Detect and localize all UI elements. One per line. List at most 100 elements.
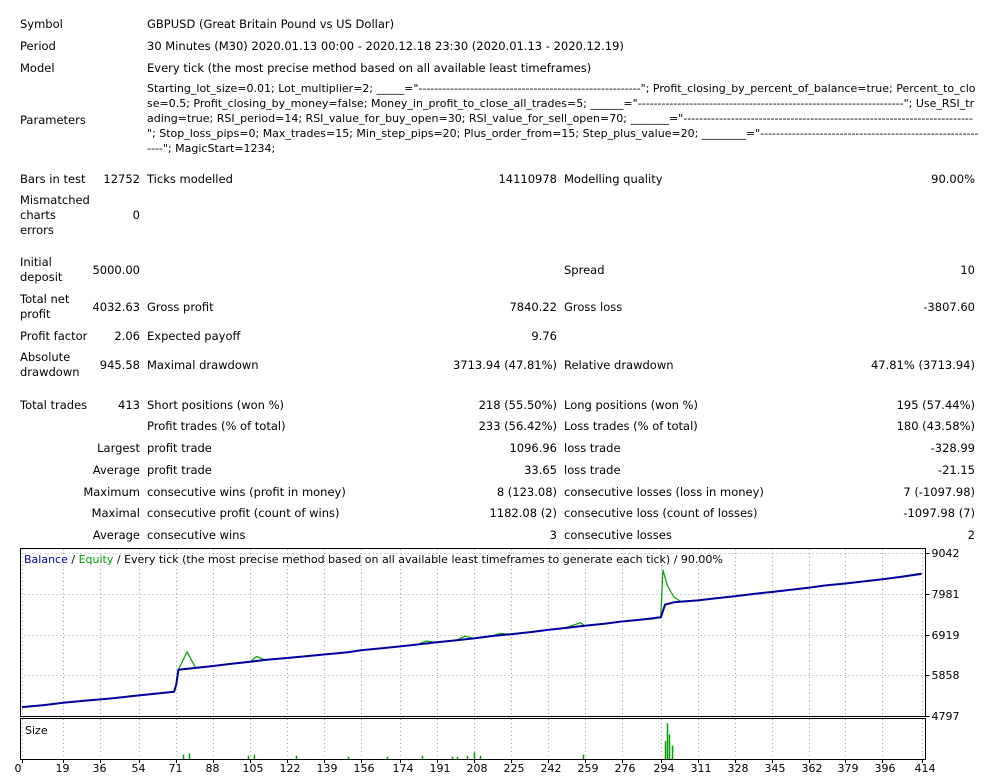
x-tick-label: 191 — [429, 762, 451, 775]
average-loss-value: -21.15 — [937, 463, 975, 477]
x-tick-label: 379 — [837, 762, 859, 775]
losstrades-value: 180 (43.58%) — [896, 419, 975, 433]
main-plot-frame — [20, 548, 926, 717]
mismatched-label: Mismatched charts errors — [20, 193, 90, 237]
long-value: 195 (57.44%) — [896, 398, 975, 412]
maxdd-value: 3713.94 (47.81%) — [452, 358, 557, 372]
maxconswins-value: 8 (123.08) — [496, 485, 557, 499]
legend-equity: Equity — [78, 553, 114, 566]
largest-loss-value: -328.99 — [930, 441, 975, 455]
avgconslosses-label: consecutive losses — [564, 528, 672, 542]
grid-layer — [20, 549, 930, 763]
mismatched-value: 0 — [132, 208, 140, 222]
x-tick-label: 122 — [279, 762, 301, 775]
legend-balance: Balance — [24, 553, 68, 566]
short-value: 218 (55.50%) — [478, 398, 557, 412]
maximum-label: Maximum — [83, 485, 140, 499]
period-label: Period — [20, 39, 56, 53]
maxconsloss-value: -1097.98 (7) — [903, 506, 975, 520]
avgconswins-value: 3 — [549, 528, 557, 542]
average2-label: Average — [92, 528, 140, 542]
x-tick-label: 36 — [92, 762, 107, 775]
x-tick-label: 242 — [540, 762, 562, 775]
maxdd-label: Maximal drawdown — [147, 358, 259, 372]
profittrades-value: 233 (56.42%) — [478, 419, 557, 433]
payoff-label: Expected payoff — [147, 329, 241, 343]
deposit-value: 5000.00 — [92, 263, 140, 277]
x-tick-label: 0 — [14, 762, 22, 775]
y-tick-label: 6919 — [931, 628, 960, 642]
trades-label: Total trades — [20, 398, 88, 412]
y-tick-label: 4797 — [931, 709, 960, 723]
ticks-label: Ticks modelled — [147, 172, 233, 186]
spread-value: 10 — [960, 263, 975, 277]
size-bars — [182, 723, 674, 759]
x-tick-label: 294 — [653, 762, 675, 775]
short-label: Short positions (won %) — [147, 398, 285, 412]
y-tick-label: 9042 — [931, 546, 960, 560]
spread-label: Spread — [564, 263, 605, 277]
symbol-value: GBPUSD (Great Britain Pound vs US Dollar… — [147, 17, 395, 31]
trades-value: 413 — [118, 398, 140, 412]
x-tick-label: 276 — [614, 762, 636, 775]
largest-profit-value: 1096.96 — [509, 441, 557, 455]
parameters-value: Starting_lot_size=0.01; Lot_multiplier=2… — [147, 82, 979, 155]
x-tick-label: 328 — [727, 762, 749, 775]
balance-line — [21, 572, 922, 709]
y-tick-label: 7981 — [931, 587, 960, 601]
x-tick-label: 414 — [914, 762, 936, 775]
x-tick-label: 259 — [577, 762, 599, 775]
quality-label: Modelling quality — [564, 172, 663, 186]
grossloss-label: Gross loss — [564, 300, 623, 314]
avgconswins-label: consecutive wins — [147, 528, 246, 542]
model-label: Model — [20, 61, 55, 75]
size-plot-frame — [20, 718, 926, 760]
line-layer — [21, 569, 922, 709]
maxconsloss-label: consecutive loss (count of losses) — [564, 506, 758, 520]
x-tick-label: 139 — [316, 762, 338, 775]
x-tick-label: 71 — [168, 762, 183, 775]
balance-chart: Balance / Equity / Every tick (the most … — [15, 546, 988, 780]
x-tick-label: 396 — [874, 762, 896, 775]
ticks-value: 14110978 — [498, 172, 557, 186]
x-tick-label: 19 — [55, 762, 70, 775]
netprofit-value: 4032.63 — [92, 300, 140, 314]
average-profit-value: 33.65 — [524, 463, 557, 477]
x-tick-label: 225 — [503, 762, 525, 775]
average-label: Average — [92, 463, 140, 477]
grossloss-value: -3807.60 — [923, 300, 975, 314]
legend-description: / Every tick (the most precise method ba… — [113, 553, 723, 566]
pf-label: Profit factor — [20, 329, 88, 343]
legend-sep: / — [67, 553, 79, 566]
period-value: 30 Minutes (M30) 2020.01.13 00:00 - 2020… — [147, 39, 624, 53]
largest-loss-label: loss trade — [564, 441, 621, 455]
y-tick-label: 5858 — [931, 668, 960, 682]
x-tick-label: 345 — [764, 762, 786, 775]
x-tick-label: 208 — [466, 762, 488, 775]
size-label: Size — [25, 724, 48, 737]
bars-label: Bars in test — [20, 172, 86, 186]
chart-frame — [20, 548, 926, 760]
maxconsprofit-value: 1182.08 (2) — [489, 506, 557, 520]
reldd-label: Relative drawdown — [564, 358, 674, 372]
grossprofit-value: 7840.22 — [509, 300, 557, 314]
maxconslosses-label: consecutive losses (loss in money) — [564, 485, 764, 499]
absdd-value: 945.58 — [99, 358, 140, 372]
maxconswins-label: consecutive wins (profit in money) — [147, 485, 346, 499]
maxconslosses-value: 7 (-1097.98) — [903, 485, 975, 499]
quality-value: 90.00% — [931, 172, 975, 186]
x-tick-label: 54 — [131, 762, 146, 775]
symbol-label: Symbol — [20, 17, 63, 31]
chart-svg — [20, 548, 930, 763]
x-tick-label: 88 — [205, 762, 220, 775]
largest-label: Largest — [97, 441, 140, 455]
pf-value: 2.06 — [114, 329, 140, 343]
x-tick-label: 174 — [392, 762, 414, 775]
largest-profit-label: profit trade — [147, 441, 212, 455]
parameters-label: Parameters — [20, 113, 86, 127]
maxconsprofit-label: consecutive profit (count of wins) — [147, 506, 340, 520]
average-loss-label: loss trade — [564, 463, 621, 477]
average-profit-label: profit trade — [147, 463, 212, 477]
profittrades-label: Profit trades (% of total) — [147, 419, 286, 433]
chart-legend: Balance / Equity / Every tick (the most … — [24, 553, 723, 566]
